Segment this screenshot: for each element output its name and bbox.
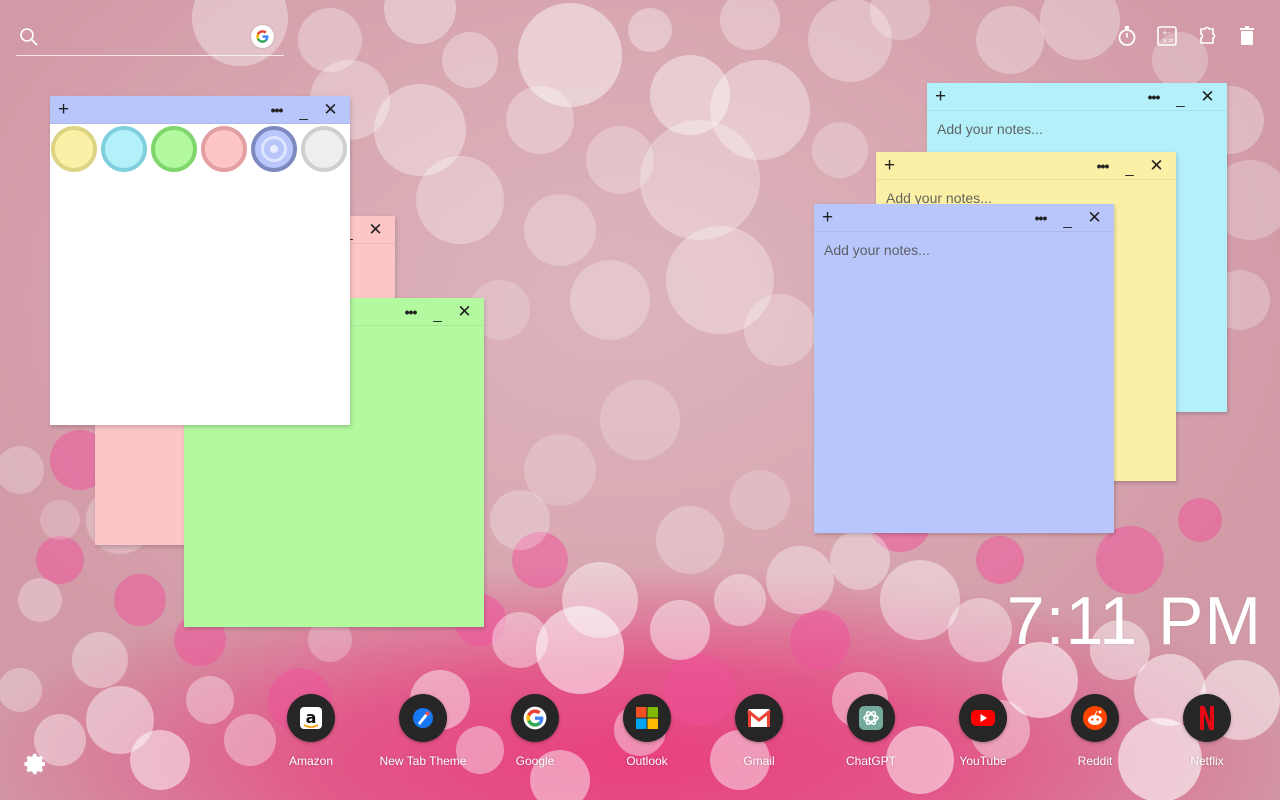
new-tab-theme-icon[interactable] bbox=[399, 694, 447, 742]
note-text-area[interactable] bbox=[814, 232, 1114, 532]
shortcut-label: Outlook bbox=[626, 754, 668, 768]
add-note-button[interactable]: + bbox=[935, 86, 946, 108]
google-search-engine-icon[interactable] bbox=[251, 25, 274, 48]
close-button[interactable]: ✕ bbox=[362, 216, 389, 244]
shortcut-label: ChatGPT bbox=[845, 754, 896, 768]
shortcut-outlook[interactable]: Outlook bbox=[591, 694, 703, 768]
search-icon[interactable] bbox=[18, 26, 40, 53]
chatgpt-icon[interactable] bbox=[847, 694, 895, 742]
shortcut-reddit[interactable]: Reddit bbox=[1039, 694, 1151, 768]
shortcut-gmail[interactable]: Gmail bbox=[703, 694, 815, 768]
color-swatch-cyan[interactable] bbox=[101, 126, 147, 172]
more-options-button[interactable]: ••• bbox=[263, 96, 290, 124]
shortcut-new-tab-theme[interactable]: New Tab Theme bbox=[367, 694, 479, 768]
minimize-button[interactable]: _ bbox=[1167, 83, 1194, 111]
google-icon[interactable] bbox=[511, 694, 559, 742]
color-swatch-white[interactable] bbox=[301, 126, 347, 172]
sticky-note-white[interactable]: + ••• _ ✕ bbox=[50, 96, 350, 425]
add-note-button[interactable]: + bbox=[822, 207, 833, 229]
selected-dot bbox=[270, 145, 278, 153]
more-options-button[interactable]: ••• bbox=[1027, 204, 1054, 232]
color-swatch-yellow[interactable] bbox=[51, 126, 97, 172]
search-input[interactable] bbox=[44, 26, 244, 50]
minimize-button[interactable]: _ bbox=[290, 96, 317, 124]
youtube-icon[interactable] bbox=[959, 694, 1007, 742]
more-options-button[interactable]: ••• bbox=[1089, 152, 1116, 180]
shortcut-label: Amazon bbox=[288, 754, 334, 768]
more-options-button[interactable]: ••• bbox=[397, 298, 424, 326]
close-button[interactable]: ✕ bbox=[1143, 152, 1170, 180]
shortcut-label: Gmail bbox=[743, 754, 775, 768]
close-button[interactable]: ✕ bbox=[1194, 83, 1221, 111]
note-toolbar: + ••• _ ✕ bbox=[927, 83, 1227, 111]
shortcut-label: Reddit bbox=[1077, 754, 1113, 768]
shortcut-netflix[interactable]: Netflix bbox=[1151, 694, 1263, 768]
trash-icon[interactable] bbox=[1236, 24, 1258, 48]
shortcut-dock: a Amazon New Tab Theme Google Outlook Gm… bbox=[255, 694, 1265, 784]
puzzle-extension-icon[interactable] bbox=[1196, 24, 1218, 48]
minimize-button[interactable]: _ bbox=[1116, 152, 1143, 180]
note-toolbar: + ••• _ ✕ bbox=[814, 204, 1114, 232]
sticky-note-blue[interactable]: + ••• _ ✕ bbox=[814, 204, 1114, 533]
timer-icon[interactable] bbox=[1116, 24, 1138, 48]
svg-text:×: × bbox=[1162, 37, 1168, 45]
shortcut-label: YouTube bbox=[959, 754, 1007, 768]
minimize-button[interactable]: _ bbox=[424, 298, 451, 326]
shortcut-google[interactable]: Google bbox=[479, 694, 591, 768]
add-note-button[interactable]: + bbox=[58, 99, 69, 121]
shortcut-label: New Tab Theme bbox=[379, 754, 467, 768]
close-button[interactable]: ✕ bbox=[451, 298, 478, 326]
note-toolbar: + ••• _ ✕ bbox=[876, 152, 1176, 180]
amazon-icon[interactable]: a bbox=[287, 694, 335, 742]
note-toolbar: + ••• _ ✕ bbox=[50, 96, 350, 124]
color-swatch-pink[interactable] bbox=[201, 126, 247, 172]
add-note-button[interactable]: + bbox=[884, 155, 895, 177]
shortcut-youtube[interactable]: YouTube bbox=[927, 694, 1039, 768]
svg-text:-: - bbox=[1168, 29, 1171, 37]
svg-text:=: = bbox=[1168, 37, 1174, 45]
calculator-icon[interactable]: + - × = bbox=[1156, 24, 1178, 48]
gmail-icon[interactable] bbox=[735, 694, 783, 742]
shortcut-label: Google bbox=[515, 754, 555, 768]
note-text-area[interactable] bbox=[50, 174, 350, 419]
netflix-icon[interactable] bbox=[1183, 694, 1231, 742]
color-picker bbox=[50, 124, 350, 174]
close-button[interactable]: ✕ bbox=[317, 96, 344, 124]
close-button[interactable]: ✕ bbox=[1081, 204, 1108, 232]
minimize-button[interactable]: _ bbox=[1054, 204, 1081, 232]
top-toolbar: + - × = bbox=[1116, 24, 1258, 48]
outlook-icon[interactable] bbox=[623, 694, 671, 742]
color-swatch-blue-selected[interactable] bbox=[251, 126, 297, 172]
more-options-button[interactable]: ••• bbox=[1140, 83, 1167, 111]
shortcut-amazon[interactable]: a Amazon bbox=[255, 694, 367, 768]
search-bar[interactable] bbox=[16, 22, 284, 56]
svg-text:a: a bbox=[306, 708, 317, 727]
reddit-icon[interactable] bbox=[1071, 694, 1119, 742]
clock-time: 7:11 PM bbox=[1006, 583, 1262, 659]
color-swatch-green[interactable] bbox=[151, 126, 197, 172]
shortcut-label: Netflix bbox=[1190, 754, 1224, 768]
settings-gear-icon[interactable] bbox=[24, 752, 48, 776]
shortcut-chatgpt[interactable]: ChatGPT bbox=[815, 694, 927, 768]
